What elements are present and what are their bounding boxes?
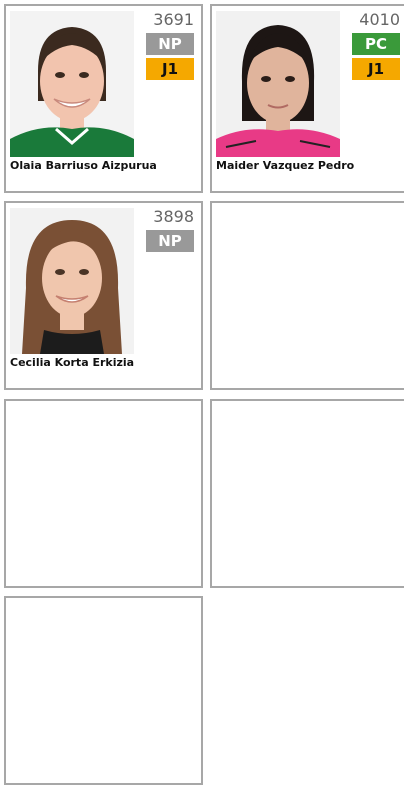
athlete-card[interactable]: 4010 PC J1 Maider Vazquez Pedro	[210, 4, 404, 193]
empty-card	[210, 201, 404, 390]
athlete-name[interactable]: Cecilia Korta Erkizia	[10, 356, 134, 369]
athlete-name[interactable]: Maider Vazquez Pedro	[216, 159, 354, 172]
athlete-card[interactable]: 3898 NP Cecilia Korta Erkizia	[4, 201, 203, 390]
athlete-name[interactable]: Olaia Barriuso Aizpurua	[10, 159, 157, 172]
athlete-card[interactable]: 3691 NP J1 Olaia Barriuso Aizpurua	[4, 4, 203, 193]
status-badge-np: NP	[146, 33, 194, 55]
athlete-photo	[10, 208, 134, 354]
athlete-number: 4010	[359, 10, 400, 29]
empty-card	[4, 596, 203, 785]
status-badge-np: NP	[146, 230, 194, 252]
athlete-number: 3691	[153, 10, 194, 29]
empty-card	[4, 399, 203, 588]
status-badge-pc: PC	[352, 33, 400, 55]
category-badge-j1: J1	[146, 58, 194, 80]
category-badge-j1: J1	[352, 58, 400, 80]
empty-card	[210, 399, 404, 588]
athlete-photo	[10, 11, 134, 157]
athlete-photo	[216, 11, 340, 157]
athlete-number: 3898	[153, 207, 194, 226]
